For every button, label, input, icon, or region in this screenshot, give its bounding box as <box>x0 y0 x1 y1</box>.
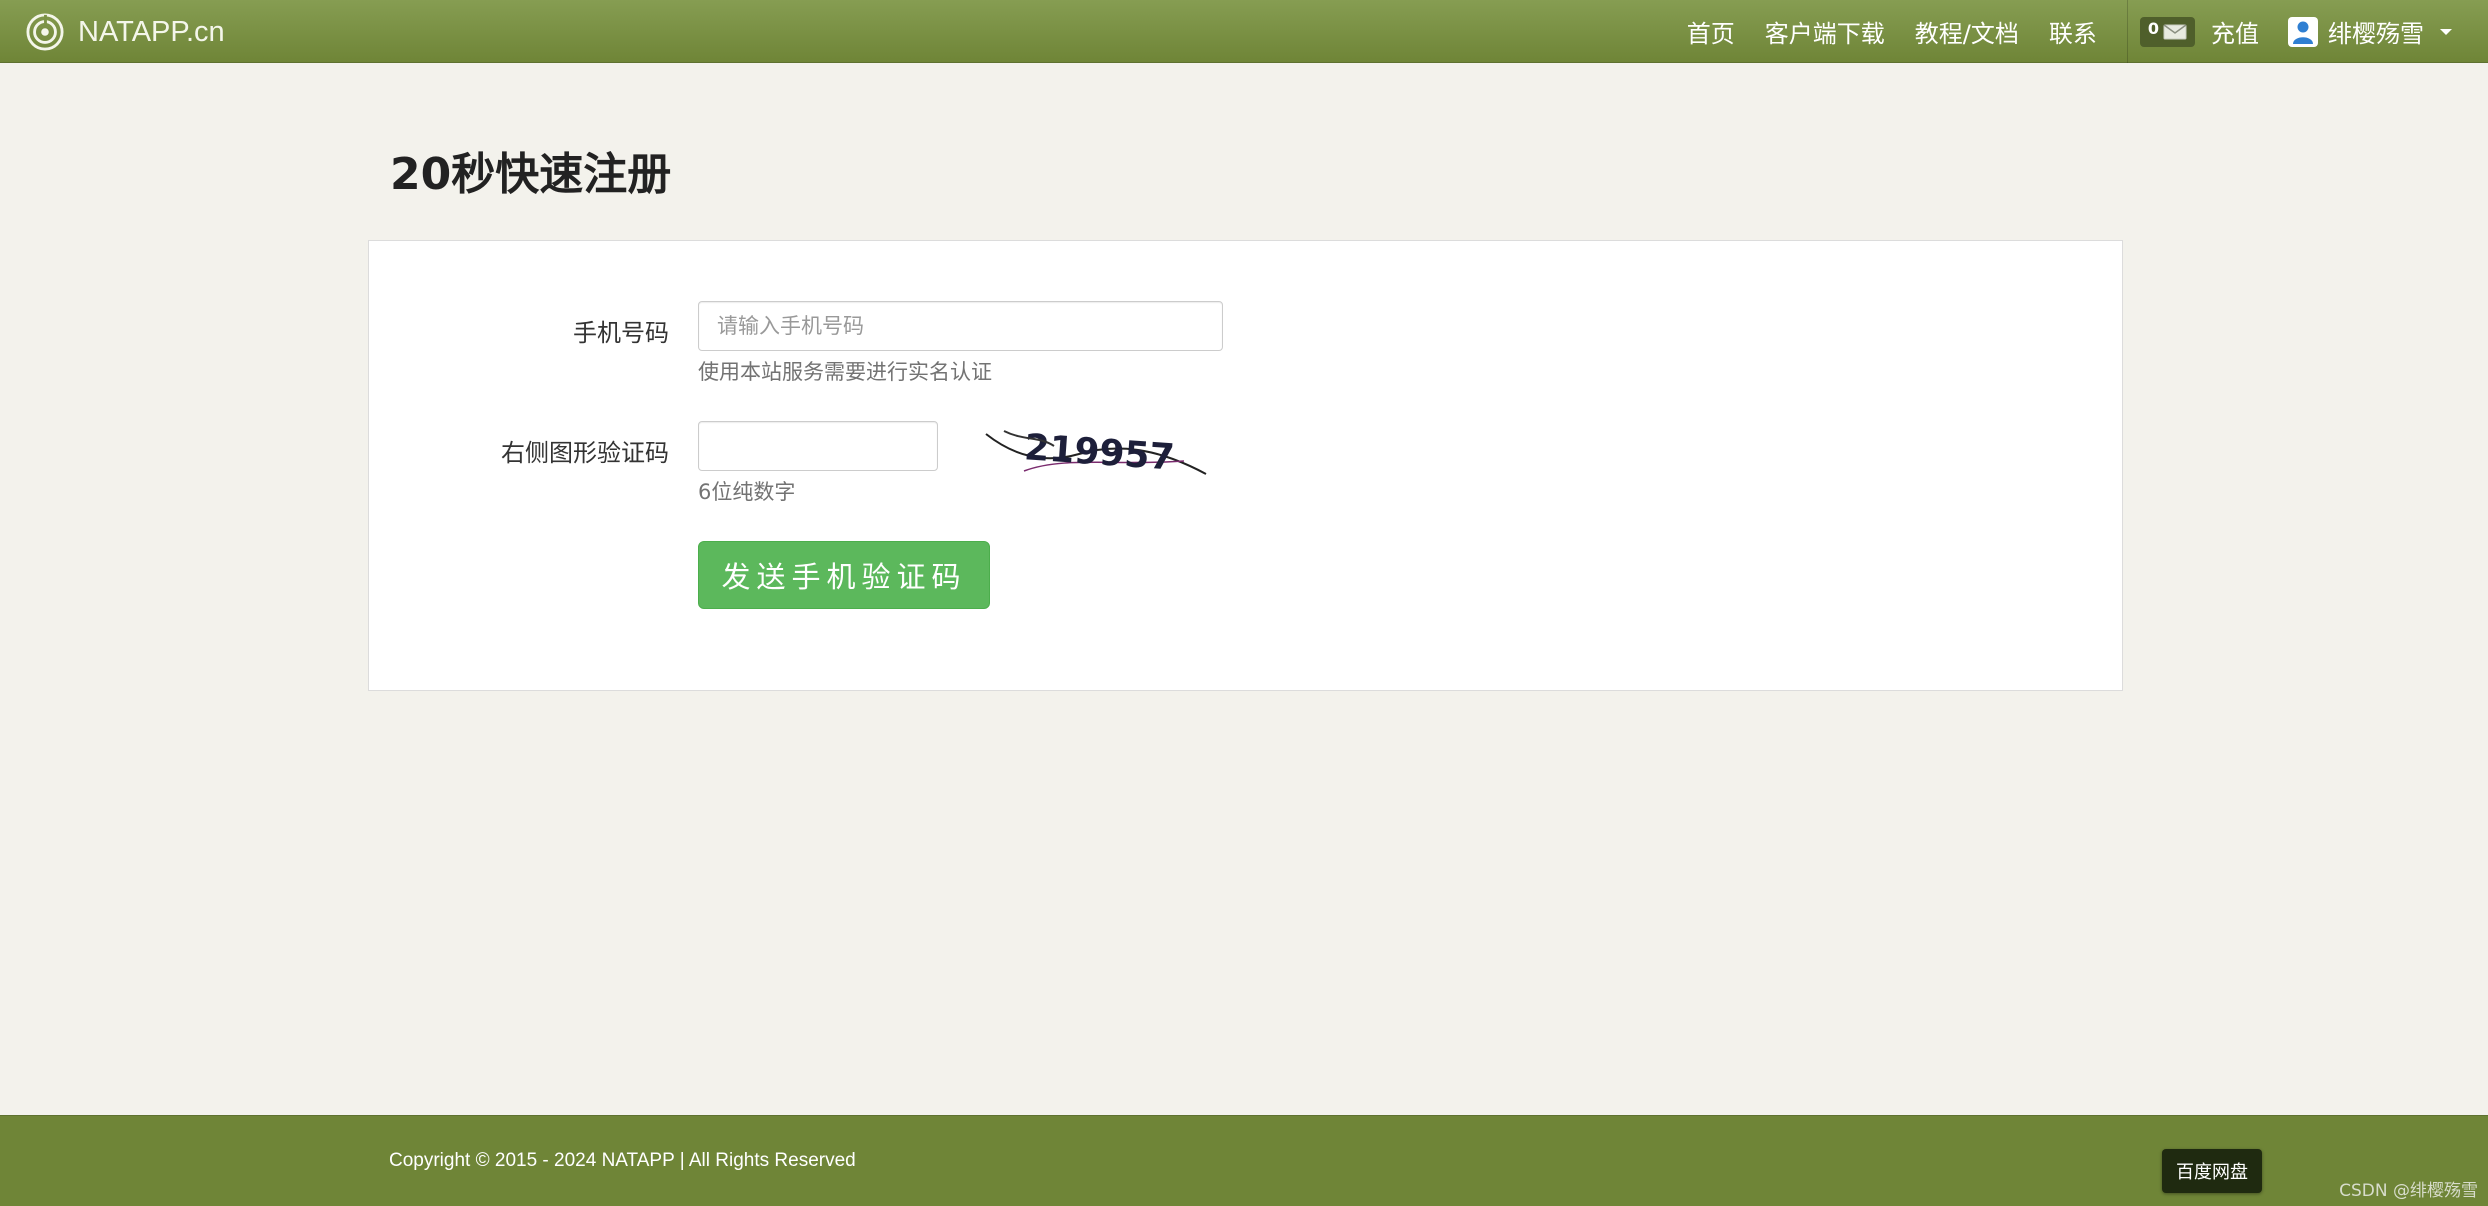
username: 绯樱殇雪 <box>2328 20 2424 48</box>
phone-help-text: 使用本站服务需要进行实名认证 <box>698 360 992 384</box>
user-menu[interactable]: 绯樱殇雪 <box>2274 14 2488 49</box>
nav-divider <box>2126 0 2128 63</box>
natapp-logo-icon <box>26 13 64 51</box>
message-count: 0 <box>2147 19 2159 38</box>
brand-name: NATAPP.cn <box>78 15 225 48</box>
footer: Copyright © 2015 - 2024 NATAPP | All Rig… <box>0 1115 2488 1206</box>
register-panel: 手机号码 使用本站服务需要进行实名认证 右侧图形验证码 6位纯数字 219957… <box>368 240 2123 691</box>
user-avatar-icon <box>2288 16 2318 47</box>
csdn-watermark: CSDN @绯樱殇雪 <box>2339 1181 2478 1201</box>
brand[interactable]: NATAPP.cn <box>26 8 225 56</box>
top-navbar: NATAPP.cn 首页 客户端下载 教程/文档 联系 0 充值 绯樱殇雪 <box>0 0 2488 63</box>
phone-input[interactable] <box>698 301 1223 351</box>
messages-button[interactable]: 0 <box>2139 16 2195 47</box>
captcha-image[interactable]: 219957 <box>984 416 1214 486</box>
page: NATAPP.cn 首页 客户端下载 教程/文档 联系 0 充值 绯樱殇雪 20… <box>0 0 2488 1206</box>
captcha-label: 右侧图形验证码 <box>501 439 669 467</box>
captcha-help-text: 6位纯数字 <box>698 480 796 504</box>
nav-client-download[interactable]: 客户端下载 <box>1750 14 1900 49</box>
send-sms-code-button[interactable]: 发送手机验证码 <box>698 541 990 609</box>
captcha-input[interactable] <box>698 421 938 471</box>
mail-icon <box>2163 23 2187 39</box>
captcha-text: 219957 <box>1023 427 1176 478</box>
nav-recharge[interactable]: 充值 <box>2211 14 2274 49</box>
nav-contact[interactable]: 联系 <box>2034 14 2112 49</box>
nav-home[interactable]: 首页 <box>1672 14 1750 49</box>
phone-label: 手机号码 <box>573 319 669 347</box>
nav-docs[interactable]: 教程/文档 <box>1900 14 2034 49</box>
copyright-text: Copyright © 2015 - 2024 NATAPP | All Rig… <box>389 1150 856 1171</box>
page-title: 20秒快速注册 <box>390 149 672 200</box>
nav-menu: 首页 客户端下载 教程/文档 联系 0 充值 绯樱殇雪 <box>1672 0 2488 63</box>
baidu-netdisk-button[interactable]: 百度网盘 <box>2162 1149 2262 1193</box>
chevron-down-icon <box>2440 28 2452 35</box>
